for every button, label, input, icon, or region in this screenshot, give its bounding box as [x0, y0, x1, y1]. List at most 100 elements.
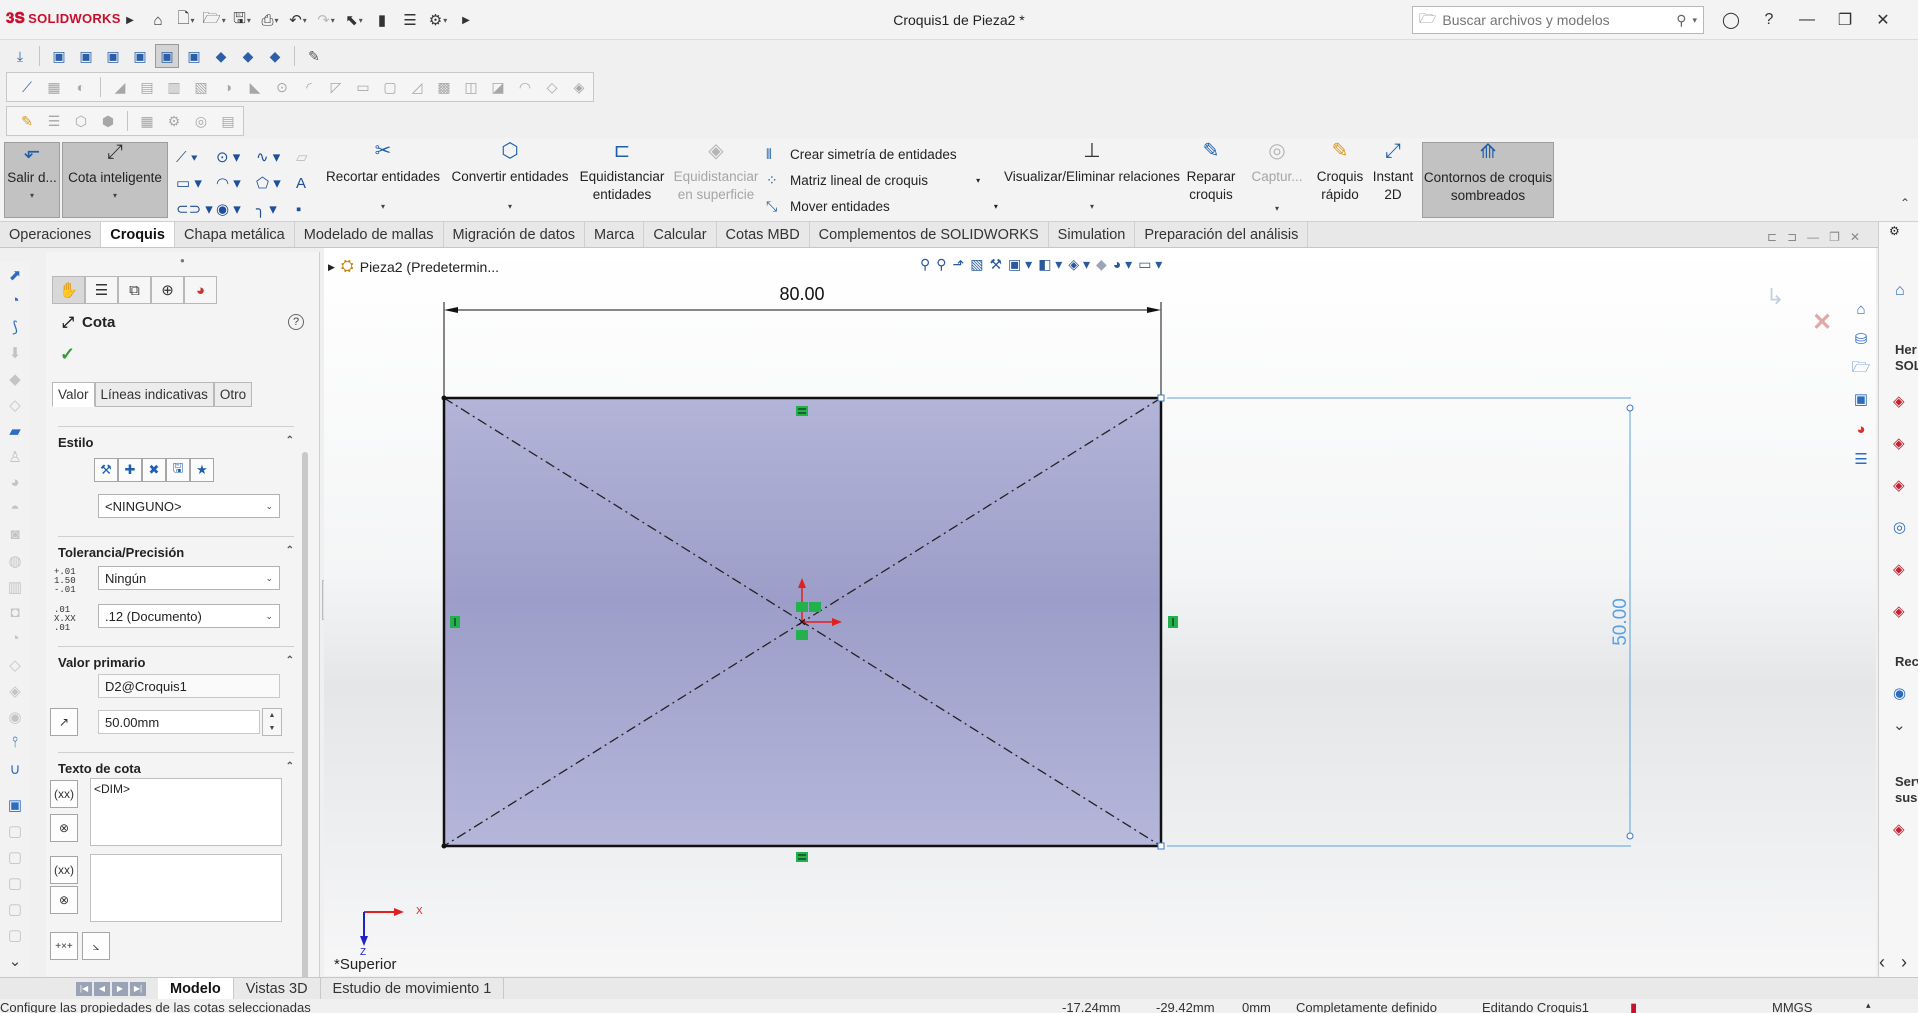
dimension-value-field[interactable]: 50.00mm: [98, 710, 260, 734]
tool-22-icon[interactable]: ▢: [8, 822, 22, 842]
recent-globe-icon[interactable]: ◉: [1893, 684, 1906, 702]
justify-left-icon[interactable]: +×+: [50, 932, 78, 960]
tool-a-icon[interactable]: ◈: [1893, 392, 1905, 410]
repair-sketch-button[interactable]: ✎ Reparar croquis: [1184, 141, 1238, 218]
tool-15-icon[interactable]: ◔: [10, 630, 19, 650]
more-arrow-icon[interactable]: ▶: [454, 8, 478, 32]
task-pane-forward-icon[interactable]: ›: [1901, 952, 1907, 973]
units-dropdown-icon[interactable]: ▴: [1866, 1000, 1871, 1011]
center-dimension-icon[interactable]: ⊗: [50, 814, 78, 842]
vertical-relation-left-icon[interactable]: [450, 616, 460, 628]
view-dimetric-icon[interactable]: ◆: [263, 44, 287, 68]
draft-icon[interactable]: ◿: [405, 75, 429, 99]
last-tab-icon[interactable]: ▶|: [130, 981, 146, 996]
spin-up-icon[interactable]: ▲: [269, 712, 276, 719]
sweep-icon[interactable]: ◢: [108, 75, 132, 99]
style-group-header[interactable]: Estilo ⌃: [58, 426, 294, 450]
search-icon[interactable]: ⚲: [1676, 12, 1686, 29]
tab-croquis[interactable]: Croquis: [101, 222, 175, 247]
add-parentheses-bottom-icon[interactable]: (xx): [50, 856, 78, 884]
tool-13-icon[interactable]: ▥: [8, 578, 22, 598]
revolve-icon[interactable]: ◐: [69, 75, 93, 99]
rapid-sketch-icon[interactable]: ⟋: [15, 75, 39, 99]
doc-minimize-icon[interactable]: —: [1807, 230, 1819, 244]
new-document-icon[interactable]: 🗋 ▾: [174, 8, 198, 32]
account-icon[interactable]: ◯: [1712, 8, 1750, 32]
tool-12-icon[interactable]: ◍: [8, 552, 21, 572]
subscription-icon[interactable]: ◈: [1893, 820, 1905, 838]
vertical-relation-right-icon[interactable]: [1168, 616, 1178, 628]
tool-c-icon[interactable]: ◈: [1893, 476, 1905, 494]
display-manager-tab-icon[interactable]: ◕: [184, 276, 217, 304]
collapse-caret-icon[interactable]: ⌃: [286, 545, 294, 560]
tile-right-icon[interactable]: ⊐: [1787, 230, 1797, 244]
tool-25-icon[interactable]: ▢: [8, 900, 22, 920]
rectangle-icon[interactable]: ▭ ▾: [176, 172, 216, 194]
corner-point-tr[interactable]: [1157, 394, 1165, 402]
tab-simulation[interactable]: Simulation: [1049, 222, 1136, 247]
trim-entities-button[interactable]: ✂ Recortar entidades ▾: [324, 141, 442, 218]
tool-18-icon[interactable]: ◉: [8, 708, 21, 728]
shape-c-icon[interactable]: ▦: [135, 109, 159, 133]
dim-v-handle-bottom[interactable]: [1626, 832, 1634, 840]
tab-preparacion-analisis[interactable]: Preparación del análisis: [1135, 222, 1309, 247]
tolerance-group-header[interactable]: Tolerancia/Precisión ⌃: [58, 536, 294, 560]
view-left-icon[interactable]: ▣: [101, 44, 125, 68]
reverse-direction-icon[interactable]: ↗: [50, 708, 78, 736]
horizontal-relation-bottom-icon[interactable]: [796, 852, 808, 862]
view-front-icon[interactable]: ▣: [47, 44, 71, 68]
tool-20-icon[interactable]: ∪: [10, 760, 21, 780]
add-parentheses-icon[interactable]: (xx): [50, 780, 78, 808]
expand-down-icon[interactable]: ⌄: [9, 952, 22, 972]
mirror-feature-icon[interactable]: ◫: [459, 75, 483, 99]
value-spinner[interactable]: ▲ ▼: [262, 708, 282, 736]
dimension-text-group-header[interactable]: Texto de cota ⌃: [58, 752, 294, 776]
custom-properties-icon[interactable]: ☰: [1848, 448, 1874, 470]
rebuild-traffic-light-icon[interactable]: ▮: [370, 8, 394, 32]
dimxpert-tab-icon[interactable]: ⊕: [151, 276, 184, 304]
solidworks-logo[interactable]: 𝟑𝐒 SOLIDWORKS: [6, 10, 121, 27]
task-pane-back-icon[interactable]: ‹: [1879, 952, 1885, 973]
shape-e-icon[interactable]: ◎: [189, 109, 213, 133]
tool-23-icon[interactable]: ▢: [8, 848, 22, 868]
redo-icon[interactable]: ↷ ▾: [314, 8, 338, 32]
circle-icon[interactable]: ⊙ ▾: [216, 146, 256, 168]
tool-6-icon[interactable]: ◇: [9, 396, 21, 416]
shape-d-icon[interactable]: ⚙: [162, 109, 186, 133]
tool-17-icon[interactable]: ◈: [9, 682, 21, 702]
fillet-icon[interactable]: ◜: [297, 75, 321, 99]
tile-left-icon[interactable]: ⊏: [1767, 230, 1777, 244]
subtab-lineas-indicativas[interactable]: Líneas indicativas: [94, 382, 214, 407]
tool-24-icon[interactable]: ▢: [8, 874, 22, 894]
design-library-icon[interactable]: ⛁: [1848, 328, 1874, 350]
tab-estudio-movimiento[interactable]: Estudio de movimiento 1: [321, 978, 505, 999]
normal-to-icon[interactable]: ⤓: [8, 44, 32, 68]
status-units[interactable]: MMGS: [1772, 1000, 1812, 1013]
file-explorer-icon[interactable]: 🗁: [1848, 358, 1874, 380]
tolerance-type-select[interactable]: Ningún ⌄: [98, 566, 280, 590]
line-icon[interactable]: ⟋ ▾: [176, 146, 216, 168]
print-icon[interactable]: ⎙ ▾: [258, 8, 282, 32]
linear-pattern-button[interactable]: ⁘ Matriz lineal de croquis ▾: [766, 170, 998, 191]
chamfer-icon[interactable]: ◸: [324, 75, 348, 99]
restore-button[interactable]: ❐: [1826, 8, 1864, 32]
offset-surface-button[interactable]: ◈ Equidistanciar en superficie: [672, 141, 760, 218]
dimension-text-bottom[interactable]: [90, 854, 282, 922]
tool-5-icon[interactable]: ◆: [9, 370, 21, 390]
instant2d-button[interactable]: ⤢ Instant 2D: [1368, 141, 1418, 218]
wrap-icon[interactable]: ◪: [486, 75, 510, 99]
select-arrow-icon[interactable]: ⬉ ▾: [342, 8, 366, 32]
tab-chapa-metalica[interactable]: Chapa metálica: [175, 222, 295, 247]
collapse-caret-icon[interactable]: ⌃: [286, 655, 294, 670]
tool-14-icon[interactable]: ◘: [10, 604, 19, 624]
tool-19-icon[interactable]: ⫯: [12, 734, 19, 754]
dropdown-arrow[interactable]: ▾: [994, 202, 998, 211]
tab-operaciones[interactable]: Operaciones: [0, 222, 102, 247]
dimension-vertical-text[interactable]: 50.00: [1610, 598, 1631, 646]
open-folder-icon[interactable]: 🗁 ▾: [202, 8, 226, 32]
search-dropdown-icon[interactable]: ▾: [1692, 15, 1697, 26]
tab-calcular[interactable]: Calcular: [644, 222, 717, 247]
view-trimetric-icon[interactable]: ◆: [236, 44, 260, 68]
pm-scrollbar[interactable]: [302, 452, 308, 1012]
tool-1-icon[interactable]: ⬈: [9, 266, 22, 286]
